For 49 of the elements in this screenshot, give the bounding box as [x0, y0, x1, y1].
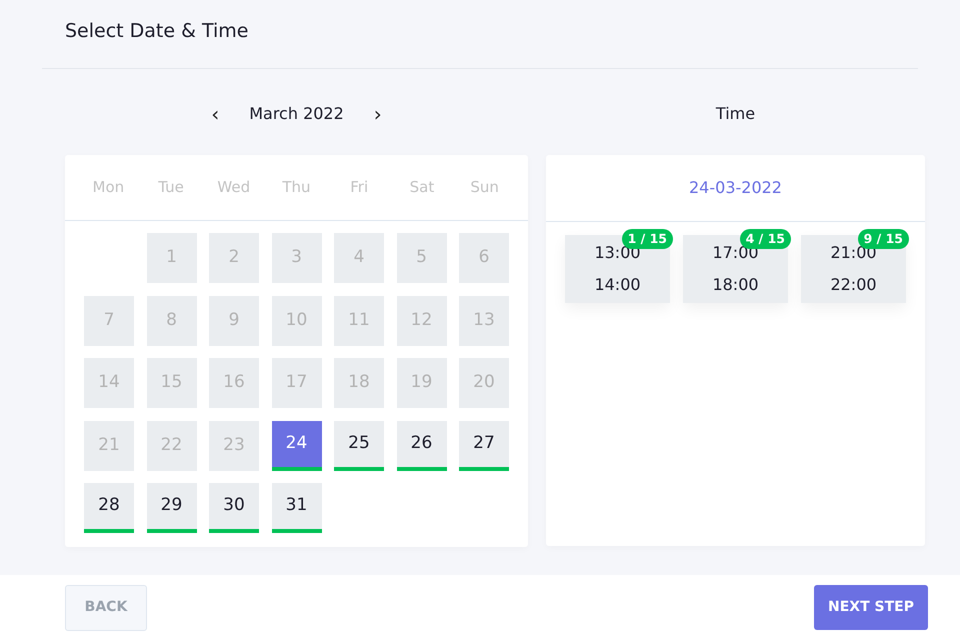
- calendar-day[interactable]: 15: [146, 358, 196, 408]
- calendar-day[interactable]: 22: [146, 420, 196, 470]
- previous-month-button[interactable]: ‹: [207, 103, 224, 125]
- calendar-day[interactable]: 11: [334, 296, 384, 346]
- calendar-day[interactable]: 6: [459, 233, 509, 283]
- next-month-button[interactable]: ›: [370, 103, 386, 125]
- calendar-day[interactable]: 8: [146, 296, 196, 346]
- calendar-day[interactable]: 14: [84, 358, 134, 408]
- calendar-day[interactable]: 3: [272, 233, 322, 283]
- weekday-label: Sat: [408, 177, 436, 198]
- weekday-label: Tue: [157, 177, 185, 198]
- calendar-day[interactable]: 31: [272, 483, 322, 533]
- calendar-day[interactable]: 10: [272, 296, 322, 346]
- calendar-day[interactable]: 2: [209, 233, 259, 283]
- calendar-day[interactable]: 19: [396, 358, 446, 408]
- calendar-day[interactable]: 24: [272, 420, 322, 470]
- calendar-day[interactable]: 7: [84, 296, 134, 346]
- month-label: March 2022: [249, 103, 344, 125]
- calendar-day[interactable]: 12: [396, 296, 446, 346]
- calendar-day[interactable]: 18: [334, 358, 384, 408]
- next-step-button[interactable]: NEXT STEP: [814, 585, 928, 630]
- page-title: Select Date & Time: [65, 20, 248, 42]
- calendar-day[interactable]: 26: [396, 420, 446, 470]
- weekday-label: Sun: [469, 177, 500, 198]
- back-button[interactable]: BACK: [65, 584, 147, 630]
- calendar-day[interactable]: 27: [459, 420, 509, 470]
- calendar-day[interactable]: 4: [334, 233, 384, 283]
- calendar-day[interactable]: 25: [334, 420, 384, 470]
- calendar-day[interactable]: 28: [84, 483, 134, 533]
- calendar-day[interactable]: 30: [209, 483, 259, 533]
- calendar-day[interactable]: 1: [146, 233, 196, 283]
- calendar-day[interactable]: 20: [459, 358, 509, 408]
- calendar-day[interactable]: 23: [209, 420, 259, 470]
- calendar-day[interactable]: 21: [84, 420, 134, 470]
- end-time: 14:00: [594, 274, 641, 296]
- selected-date: 24-03-2022: [689, 177, 782, 199]
- weekday-label: Wed: [216, 177, 252, 198]
- weekday-label: Fri: [349, 177, 370, 198]
- calendar-day[interactable]: 16: [209, 358, 259, 408]
- calendar-day[interactable]: 29: [146, 483, 196, 533]
- calendar-day[interactable]: 13: [459, 296, 509, 346]
- weekday-label: Thu: [281, 177, 312, 198]
- calendar-day[interactable]: 9: [209, 296, 259, 346]
- time-heading: Time: [716, 104, 756, 123]
- end-time: 22:00: [830, 274, 877, 296]
- calendar-day[interactable]: 17: [272, 358, 322, 408]
- weekday-label: Mon: [92, 177, 126, 198]
- calendar-day[interactable]: 5: [396, 233, 446, 283]
- end-time: 18:00: [712, 274, 759, 296]
